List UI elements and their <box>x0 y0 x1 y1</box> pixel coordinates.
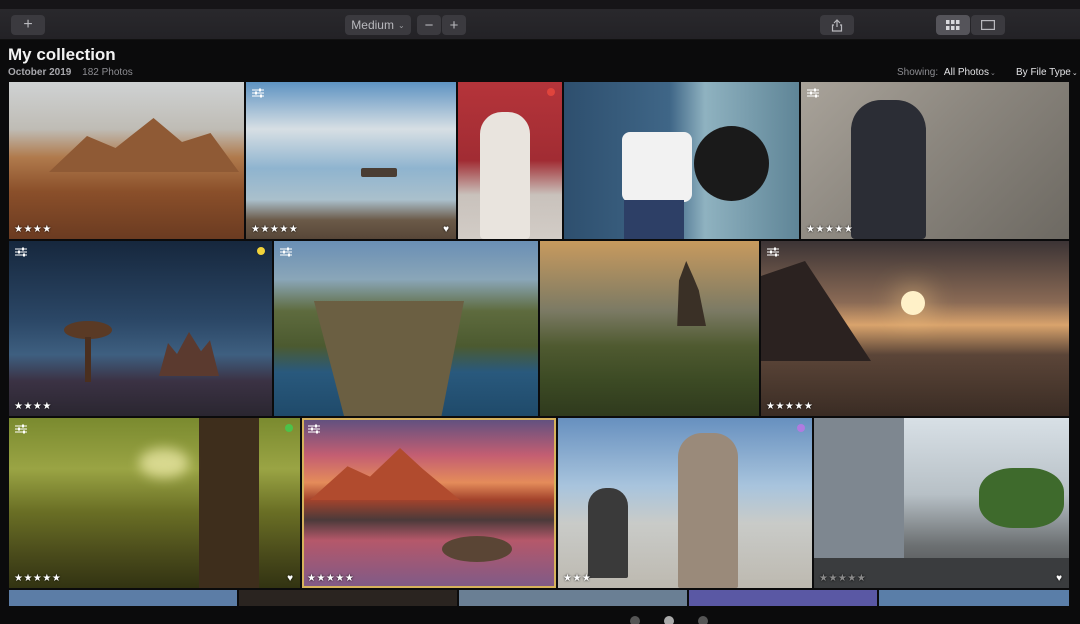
showing-value: All Photos <box>943 67 989 78</box>
star-rating[interactable]: ★★★★★ <box>14 573 61 584</box>
single-photo-icon <box>981 20 995 30</box>
share-button[interactable] <box>820 15 854 35</box>
single-view-button[interactable] <box>971 15 1005 35</box>
photo-row4-5[interactable] <box>879 590 1069 606</box>
grid-view-button[interactable] <box>936 15 970 35</box>
photo-woman-red-wall[interactable] <box>458 82 562 239</box>
photo-row4-2[interactable] <box>239 590 457 606</box>
chevron-down-icon: ⌄ <box>1071 70 1078 77</box>
star-rating[interactable]: ★★★ <box>563 573 591 584</box>
photo-man-jeep[interactable] <box>564 82 799 239</box>
showing-filter[interactable]: Showing: All Photos⌄ <box>897 67 996 78</box>
grid-icon <box>946 20 960 30</box>
file-type-filter[interactable]: By File Type⌄ <box>1016 67 1078 78</box>
page-dot[interactable] <box>630 616 640 624</box>
adjustments-icon <box>15 424 27 434</box>
collection-subtitle: October 2019 182 Photos <box>8 67 133 78</box>
photo-woman-stone-wall[interactable]: ★★★★★ <box>801 82 1069 239</box>
chevron-down-icon: ⌄ <box>397 20 405 30</box>
file-type-label: By File Type <box>1016 67 1071 78</box>
photo-sea-cliffs[interactable] <box>274 241 538 416</box>
thumbnail-size-label: Medium <box>351 18 394 32</box>
adjustments-icon <box>280 247 292 257</box>
chevron-down-icon: ⌄ <box>989 70 996 77</box>
photo-pink-mountain[interactable]: ★★★★★ <box>302 418 556 588</box>
star-rating[interactable]: ★★★★★ <box>251 224 298 235</box>
photo-count: 182 Photos <box>82 67 133 78</box>
heart-icon[interactable]: ♥ <box>443 224 449 235</box>
zoom-out-button[interactable]: − <box>417 15 441 35</box>
photo-mountain-sun[interactable]: ★★★★★ <box>761 241 1069 416</box>
add-button[interactable]: + <box>11 15 45 35</box>
photo-rock-sunset[interactable] <box>540 241 759 416</box>
color-tag-purple <box>797 424 805 432</box>
adjustments-icon <box>252 88 264 98</box>
heart-icon[interactable]: ♥ <box>1056 573 1062 584</box>
adjustments-icon <box>807 88 819 98</box>
photo-skateboarders[interactable]: ★★★ <box>558 418 812 588</box>
photo-city-street[interactable]: ★★★★★ ♥ <box>814 418 1069 588</box>
photo-row4-4[interactable] <box>689 590 877 606</box>
star-rating[interactable]: ★★★★ <box>14 401 52 412</box>
heart-icon[interactable]: ♥ <box>287 573 293 584</box>
page-indicator <box>630 616 708 624</box>
photo-forest-rays[interactable]: ★★★★★ ♥ <box>9 418 300 588</box>
star-rating[interactable]: ★★★★★ <box>766 401 813 412</box>
color-tag-red <box>547 88 555 96</box>
star-rating[interactable]: ★★★★★ <box>307 573 354 584</box>
photo-desert-rocks[interactable]: ★★★★ <box>9 82 244 239</box>
color-tag-green <box>285 424 293 432</box>
adjustments-icon <box>15 247 27 257</box>
zoom-in-button[interactable]: + <box>442 15 466 35</box>
page-dot-active[interactable] <box>664 616 674 624</box>
adjustments-icon <box>308 424 320 434</box>
title-bar <box>0 0 1080 9</box>
photo-milky-way[interactable]: ★★★★ <box>9 241 272 416</box>
star-rating[interactable]: ★★★★★ <box>806 224 853 235</box>
thumbnail-size-dropdown[interactable]: Medium ⌄ <box>345 15 411 35</box>
toolbar: + Medium ⌄ − + <box>0 0 1080 40</box>
color-tag-yellow <box>257 247 265 255</box>
photo-row4-3[interactable] <box>459 590 687 606</box>
page-title: My collection <box>8 45 116 64</box>
photo-row4-1[interactable] <box>9 590 237 606</box>
page-dot[interactable] <box>698 616 708 624</box>
share-icon <box>831 18 843 32</box>
collection-month: October 2019 <box>8 67 72 78</box>
photos-app-window: + Medium ⌄ − + My collection October 201… <box>0 0 1080 624</box>
star-rating[interactable]: ★★★★★ <box>819 573 866 584</box>
showing-label: Showing: <box>897 67 939 78</box>
star-rating[interactable]: ★★★★ <box>14 224 52 235</box>
adjustments-icon <box>767 247 779 257</box>
photo-lake-boat[interactable]: ★★★★★ ♥ <box>246 82 456 239</box>
